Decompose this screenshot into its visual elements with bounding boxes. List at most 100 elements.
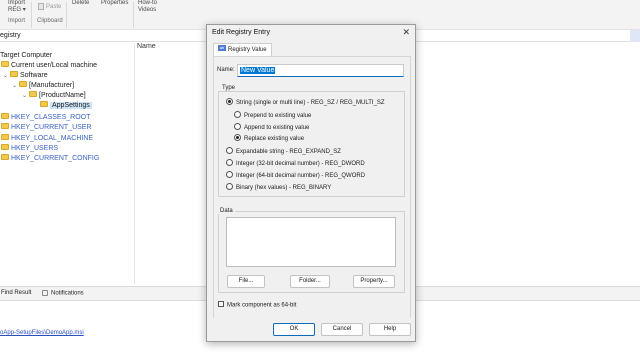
tree-current-user-label: Current user/Local machine	[11, 62, 97, 69]
property-button[interactable]: Property...	[353, 275, 395, 288]
expand-icon[interactable]: ⌄	[3, 72, 9, 81]
tree-software[interactable]: ⌄ Software	[3, 71, 48, 81]
tree-hkey-current-config[interactable]: HKEY_CURRENT_CONFIG	[1, 154, 99, 163]
delete-button[interactable]: Delete	[72, 0, 89, 7]
ribbon-divider	[31, 2, 32, 28]
radio-replace[interactable]: Replace existing value	[234, 134, 305, 143]
notification-icon	[42, 290, 48, 296]
name-column-header[interactable]: Name	[137, 43, 156, 50]
name-label: Name:	[217, 67, 235, 73]
name-input[interactable]: New Value	[237, 64, 404, 77]
tree-hkey-local-machine[interactable]: HKEY_LOCAL_MACHINE	[1, 134, 93, 143]
howto-videos-button[interactable]: How-to Videos	[138, 0, 157, 14]
paste-icon	[38, 3, 44, 10]
ribbon-divider	[133, 2, 134, 28]
expand-icon[interactable]: ⌄	[12, 82, 18, 91]
data-group-label: Data	[218, 208, 235, 214]
chevron-down-icon: ▾	[22, 7, 26, 13]
tree-current-user[interactable]: Current user/Local machine	[1, 61, 97, 70]
notifications-label: Notifications	[51, 290, 84, 297]
radio-reg-qword-label: Integer (64-bit decimal number) - REG_QW…	[236, 173, 366, 180]
folder-icon	[1, 123, 9, 130]
tree-appsettings-label: AppSettings	[50, 102, 92, 109]
radio-reg-expand-sz-label: Expandable string - REG_EXPAND_SZ	[236, 149, 341, 156]
column-divider[interactable]	[134, 43, 135, 284]
folder-icon	[40, 101, 48, 108]
radio-reg-qword[interactable]: Integer (64-bit decimal number) - REG_QW…	[226, 171, 366, 180]
tab-registry-value[interactable]: ab Registry Value	[213, 43, 272, 56]
radio-reg-dword[interactable]: Integer (32-bit decimal number) - REG_DW…	[226, 159, 365, 168]
radio-append[interactable]: Append to existing value	[234, 123, 310, 132]
tab-notifications[interactable]: Notifications	[42, 290, 84, 297]
radio-selected-icon	[226, 98, 233, 105]
radio-prepend-label: Prepend to existing value	[244, 113, 312, 120]
group-clipboard-label: Clipboard	[37, 18, 63, 24]
tab-registry-value-label: Registry Value	[228, 47, 267, 53]
hkey-label: HKEY_USERS	[11, 145, 59, 152]
data-textarea[interactable]	[226, 217, 396, 267]
tree-hkey-users[interactable]: HKEY_USERS	[1, 144, 58, 153]
tree-hkey-classes-root[interactable]: HKEY_CLASSES_ROOT	[1, 113, 90, 122]
edit-registry-dialog: Edit Registry Entry ✕ ab Registry Value N…	[206, 24, 416, 342]
radio-icon	[234, 111, 241, 118]
name-input-value: New Value	[240, 67, 276, 74]
folder-icon	[1, 134, 9, 141]
scroll-strip	[630, 30, 640, 42]
tree-root[interactable]: Target Computer	[0, 51, 52, 60]
tree-manufacturer[interactable]: ⌄ [Manufacturer]	[12, 81, 74, 91]
radio-icon	[226, 183, 233, 190]
ok-button[interactable]: OK	[273, 323, 315, 336]
hkey-label: HKEY_CURRENT_USER	[11, 124, 92, 131]
tree-root-label: Target Computer	[0, 52, 53, 59]
folder-icon	[10, 71, 18, 78]
paste-button[interactable]: Paste	[38, 3, 61, 11]
registry-tree: Target Computer Current user/Local machi…	[0, 43, 134, 283]
mark-64bit-checkbox[interactable]: Mark component as 64-bit	[218, 301, 297, 309]
help-button[interactable]: Help	[369, 323, 411, 336]
path-text: egistry	[0, 32, 21, 39]
tree-product-label: [ProductName]	[39, 92, 86, 99]
dialog-title: Edit Registry Entry	[212, 29, 270, 36]
folder-icon	[1, 144, 9, 151]
tree-product[interactable]: ⌄ [ProductName]	[22, 91, 86, 101]
find-result-label: Find Result	[1, 290, 32, 296]
mark-64bit-label: Mark component as 64-bit	[227, 302, 297, 309]
tree-software-label: Software	[20, 72, 48, 79]
tree-hkey-current-user[interactable]: HKEY_CURRENT_USER	[1, 123, 92, 132]
properties-button[interactable]: Properties	[101, 0, 128, 7]
howto-line1: How-to	[138, 0, 158, 6]
tree-appsettings[interactable]: AppSettings	[40, 101, 92, 110]
group-import-label: Import	[8, 18, 26, 24]
folder-icon	[19, 81, 27, 88]
ribbon-divider	[66, 2, 67, 28]
cancel-button[interactable]: Cancel	[321, 323, 363, 336]
checkbox-icon	[218, 301, 224, 307]
howto-line2: Videos	[138, 7, 157, 13]
file-button[interactable]: File...	[227, 275, 265, 288]
radio-selected-icon	[234, 134, 241, 141]
close-icon[interactable]: ✕	[402, 27, 410, 38]
tree-manufacturer-label: [Manufacturer]	[29, 82, 75, 89]
radio-append-label: Append to existing value	[244, 125, 310, 132]
radio-reg-sz[interactable]: String (single or multi line) - REG_SZ /…	[226, 98, 385, 107]
radio-icon	[226, 159, 233, 166]
radio-prepend[interactable]: Prepend to existing value	[234, 111, 312, 120]
type-group-label: Type	[220, 85, 238, 91]
radio-reg-sz-label: String (single or multi line) - REG_SZ /…	[236, 100, 385, 107]
radio-replace-label: Replace existing value	[244, 136, 305, 143]
output-file-link[interactable]: oApp-SetupFiles\DemoApp.msi	[0, 330, 84, 336]
expand-icon[interactable]: ⌄	[22, 92, 28, 101]
folder-icon	[1, 113, 9, 120]
hkey-label: HKEY_LOCAL_MACHINE	[11, 135, 94, 142]
radio-reg-binary-label: Binary (hex values) - REG_BINARY	[236, 185, 332, 192]
radio-icon	[226, 171, 233, 178]
import-reg-button[interactable]: Import REG ▾	[8, 0, 26, 14]
folder-button[interactable]: Folder...	[290, 275, 330, 288]
dialog-footer: OK Cancel Help	[207, 318, 415, 341]
radio-reg-expand-sz[interactable]: Expandable string - REG_EXPAND_SZ	[226, 147, 341, 156]
reg-label: REG	[8, 7, 22, 13]
radio-reg-binary[interactable]: Binary (hex values) - REG_BINARY	[226, 183, 332, 192]
tab-find-result[interactable]: Find Result	[1, 290, 31, 296]
import-label: Import	[8, 0, 26, 6]
folder-icon	[1, 61, 9, 68]
